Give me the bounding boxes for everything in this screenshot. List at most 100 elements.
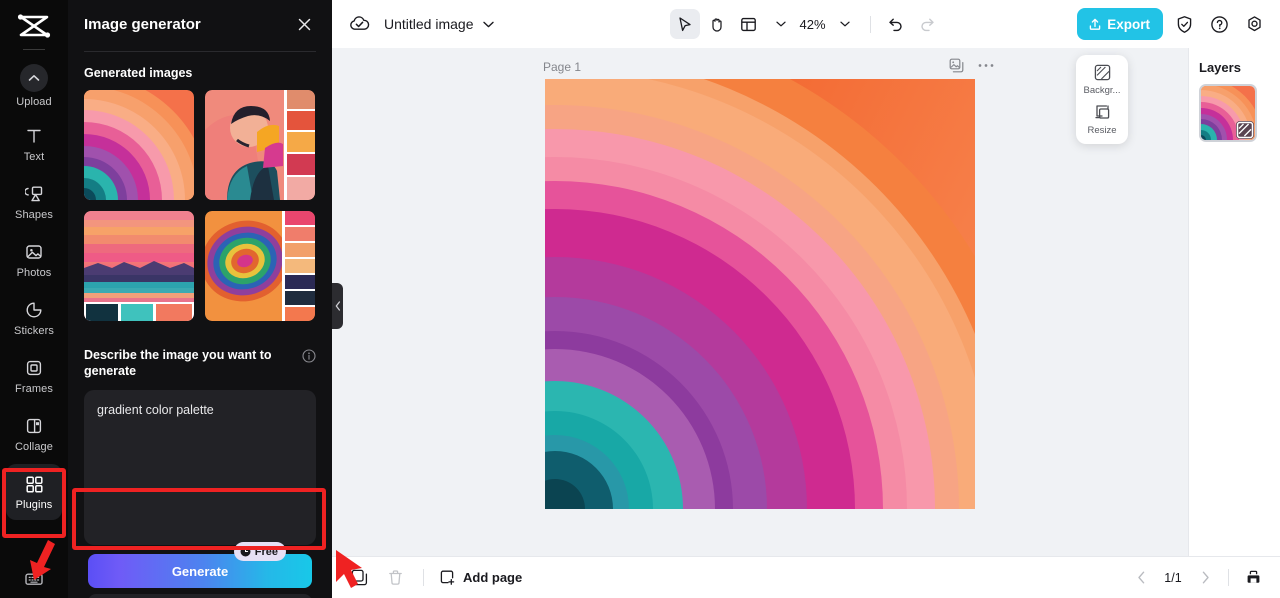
gear-icon[interactable] <box>1240 10 1268 38</box>
concentric-gradient-arcs-artwork[interactable] <box>545 79 975 509</box>
chevron-left-icon <box>335 301 340 311</box>
bottom-bar-right: 1/1 <box>1129 565 1266 591</box>
sidebar-item-stickers[interactable]: Stickers <box>6 290 62 346</box>
sidebar-item-label: Photos <box>16 267 52 279</box>
layer-background-thumbnail[interactable] <box>1199 84 1257 142</box>
generated-image-4[interactable] <box>205 211 315 321</box>
toolbar-divider <box>869 15 871 33</box>
export-button-label: Export <box>1107 16 1150 32</box>
bottom-bar-divider-2 <box>1228 569 1229 586</box>
shapes-icon <box>23 183 45 205</box>
print-icon[interactable] <box>1240 565 1266 591</box>
generate-button-label: Generate <box>171 563 229 579</box>
chevron-up-circle-icon <box>20 64 48 92</box>
start-over-button[interactable]: Start over <box>88 594 312 598</box>
duplicate-icon[interactable] <box>346 565 372 591</box>
resize-icon <box>1094 105 1109 119</box>
sidebar-item-label: Frames <box>15 383 53 395</box>
background-tool-label: Backgr... <box>1083 85 1121 96</box>
upload-arrow-icon <box>1089 18 1101 30</box>
next-page-button[interactable] <box>1193 566 1217 590</box>
capcut-logo-icon[interactable] <box>16 12 52 40</box>
sidebar-item-text[interactable]: Text <box>6 116 62 172</box>
generated-image-1[interactable] <box>84 90 194 200</box>
sidebar-item-label: Shapes <box>15 209 53 221</box>
sidebar-item-label: Stickers <box>14 325 54 337</box>
canvas-scroll-area[interactable]: Page 1 Backgr... Resize <box>332 48 1188 556</box>
panel-header: Image generator <box>68 0 332 48</box>
page-count: 1/1 <box>1164 570 1182 585</box>
chevron-down-icon[interactable] <box>482 21 494 28</box>
cloud-saved-icon[interactable] <box>348 13 370 35</box>
select-tool[interactable] <box>669 9 700 39</box>
question-circle-icon[interactable] <box>1205 10 1233 38</box>
zoom-level[interactable]: 42% <box>798 17 828 32</box>
image-generator-panel: Image generator Generated images Describ… <box>68 0 332 598</box>
free-badge-label: Free <box>254 545 278 558</box>
resize-tool-label: Resize <box>1087 125 1117 136</box>
shield-check-icon[interactable] <box>1170 10 1198 38</box>
sidebar-item-plugins[interactable]: Plugins <box>6 464 62 520</box>
rail-divider <box>23 49 45 50</box>
background-swatch-icon <box>1094 64 1110 81</box>
background-tool[interactable]: Backgr... <box>1079 63 1125 96</box>
sidebar-item-label: Text <box>23 151 45 163</box>
generated-image-2[interactable] <box>205 90 315 200</box>
duplicate-page-icon[interactable] <box>949 58 964 73</box>
bottom-bar-divider <box>423 569 424 586</box>
more-horizontal-icon[interactable] <box>978 63 994 68</box>
floating-tools-panel: Backgr... Resize <box>1076 55 1128 144</box>
prompt-value: gradient color palette <box>97 403 214 417</box>
sidebar-item-upload[interactable]: Upload <box>6 58 62 114</box>
page-actions <box>949 58 994 73</box>
generated-images-grid <box>84 90 316 321</box>
document-title[interactable]: Untitled image <box>384 16 474 32</box>
top-right-actions: Export <box>1077 8 1268 40</box>
sidebar-item-shapes[interactable]: Shapes <box>6 174 62 230</box>
layout-panel-icon[interactable] <box>734 9 764 39</box>
bottom-bar-left: Add page <box>346 565 522 591</box>
sidebar-item-collage[interactable]: Collage <box>6 406 62 462</box>
prompt-textarea[interactable]: gradient color palette <box>84 390 316 545</box>
redo-button[interactable] <box>913 9 943 39</box>
zoom-caret-icon[interactable] <box>830 9 860 39</box>
sidebar-item-label: Plugins <box>15 499 53 511</box>
hand-tool[interactable] <box>702 9 732 39</box>
describe-label: Describe the image you want to generate <box>84 348 272 378</box>
panel-collapse-handle[interactable] <box>332 283 343 329</box>
info-icon[interactable] <box>302 349 316 363</box>
layers-panel: Layers <box>1188 48 1280 556</box>
undo-button[interactable] <box>881 9 911 39</box>
add-page-icon <box>440 570 455 585</box>
trash-icon[interactable] <box>382 565 408 591</box>
collage-icon <box>23 415 45 437</box>
add-page-label: Add page <box>463 570 523 585</box>
layout-caret-icon[interactable] <box>766 9 796 39</box>
generate-area: Generate Free <box>88 542 312 588</box>
layers-title: Layers <box>1199 60 1241 75</box>
sidebar-item-keyboard[interactable] <box>0 571 68 592</box>
add-page-button[interactable]: Add page <box>439 569 522 586</box>
sidebar-item-photos[interactable]: Photos <box>6 232 62 288</box>
page-label: Page 1 <box>543 60 582 74</box>
panel-title: Image generator <box>84 15 201 33</box>
background-swatch-icon <box>1236 121 1254 139</box>
text-icon <box>23 125 45 147</box>
sidebar-item-label: Upload <box>16 96 52 108</box>
generated-images-title: Generated images <box>84 66 193 80</box>
sidebar-item-frames[interactable]: Frames <box>6 348 62 404</box>
main-area: Untitled image 42% Export Page 1 Backgr.… <box>332 0 1280 598</box>
close-icon[interactable] <box>292 12 316 36</box>
frames-icon <box>23 357 45 379</box>
export-button[interactable]: Export <box>1077 8 1163 40</box>
prev-page-button[interactable] <box>1129 566 1153 590</box>
panel-body: Generated images Describe the image you … <box>68 52 332 598</box>
sidebar-item-label: Collage <box>14 441 53 453</box>
clock-icon <box>240 546 251 557</box>
left-rail: Upload Text Shapes Photos Stickers Frame… <box>0 0 68 598</box>
sticker-icon <box>23 299 45 321</box>
generated-image-3[interactable] <box>84 211 194 321</box>
resize-tool[interactable]: Resize <box>1079 103 1125 136</box>
capcut-image-editor-app: Upload Text Shapes Photos Stickers Frame… <box>0 0 1280 598</box>
photo-icon <box>23 241 45 263</box>
